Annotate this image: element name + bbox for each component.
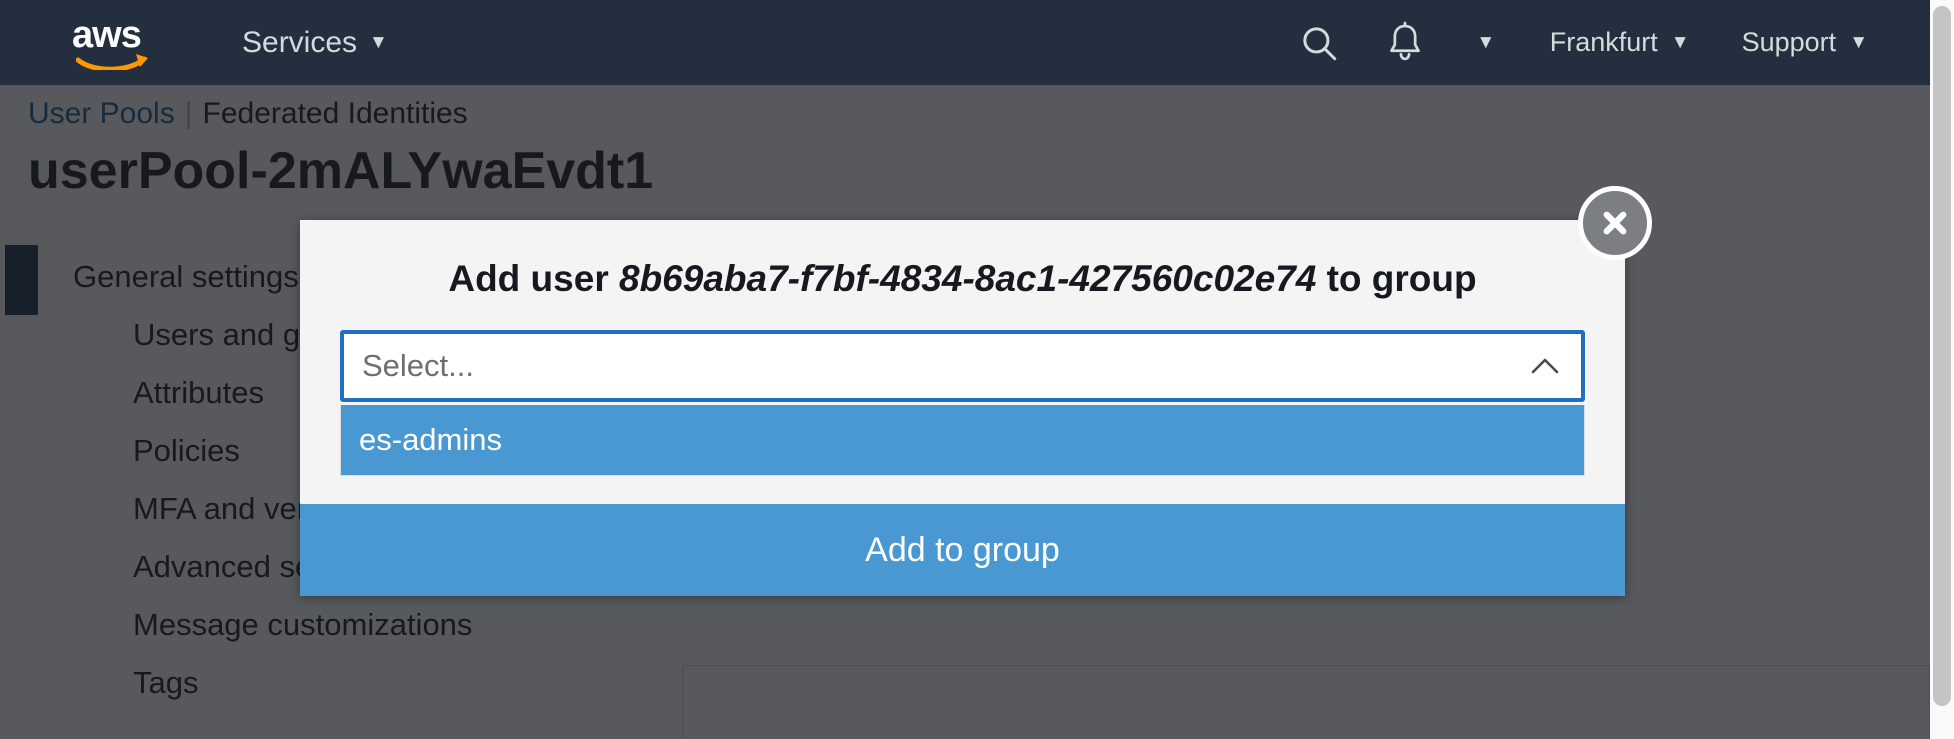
account-menu[interactable]: ▼ [1448, 0, 1524, 85]
dropdown-option-label: es-admins [359, 422, 502, 457]
dropdown-option-es-admins[interactable]: es-admins [341, 405, 1584, 475]
modal-title: Add user 8b69aba7-f7bf-4834-8ac1-427560c… [340, 258, 1585, 300]
aws-smile-icon [76, 53, 148, 70]
search-button[interactable] [1276, 0, 1362, 85]
chevron-down-icon: ▼ [1670, 32, 1690, 53]
services-label: Services [242, 25, 358, 59]
search-icon [1303, 26, 1337, 60]
chevron-down-icon: ▼ [1849, 32, 1868, 53]
modal-title-suffix: to group [1326, 258, 1477, 299]
region-menu[interactable]: Frankfurt ▼ [1524, 0, 1716, 85]
chevron-down-icon: ▼ [1476, 32, 1496, 53]
scrollbar-thumb[interactable] [1933, 6, 1951, 706]
add-user-to-group-modal: Add user 8b69aba7-f7bf-4834-8ac1-427560c… [300, 220, 1625, 596]
modal-header: Add user 8b69aba7-f7bf-4834-8ac1-427560c… [300, 220, 1625, 330]
services-menu[interactable]: Services ▼ [242, 26, 388, 60]
modal-title-user-id: 8b69aba7-f7bf-4834-8ac1-427560c02e74 [619, 258, 1317, 299]
nav-right-group: ▼ Frankfurt ▼ Support ▼ [1276, 0, 1930, 85]
modal-footer: Add to group [300, 504, 1625, 596]
close-icon [1603, 211, 1627, 235]
group-select-placeholder: Select... [362, 348, 474, 383]
notifications-button[interactable] [1362, 0, 1448, 85]
aws-logo[interactable]: aws [72, 13, 150, 70]
add-to-group-button[interactable]: Add to group [300, 504, 1625, 596]
aws-console-page: aws Services ▼ ▼ Frankfurt ▼ Support ▼ A… [0, 0, 1954, 739]
bell-icon [1389, 21, 1420, 60]
chevron-down-icon: ▼ [369, 32, 388, 53]
vertical-scrollbar[interactable] [1930, 0, 1954, 739]
close-modal-button[interactable] [1578, 186, 1652, 260]
aws-top-navigation: aws Services ▼ ▼ Frankfurt ▼ Support ▼ [0, 0, 1930, 85]
chevron-up-icon [1527, 353, 1563, 379]
modal-body: Select... es-admins [300, 330, 1625, 476]
support-label: Support [1741, 27, 1837, 57]
group-select-dropdown: es-admins [340, 405, 1585, 476]
region-label: Frankfurt [1549, 27, 1658, 57]
aws-wordmark: aws [72, 13, 142, 56]
modal-title-prefix: Add user [448, 258, 609, 299]
group-select[interactable]: Select... [340, 330, 1585, 402]
support-menu[interactable]: Support ▼ [1716, 0, 1894, 85]
nav-left-group: aws Services ▼ [0, 0, 388, 85]
